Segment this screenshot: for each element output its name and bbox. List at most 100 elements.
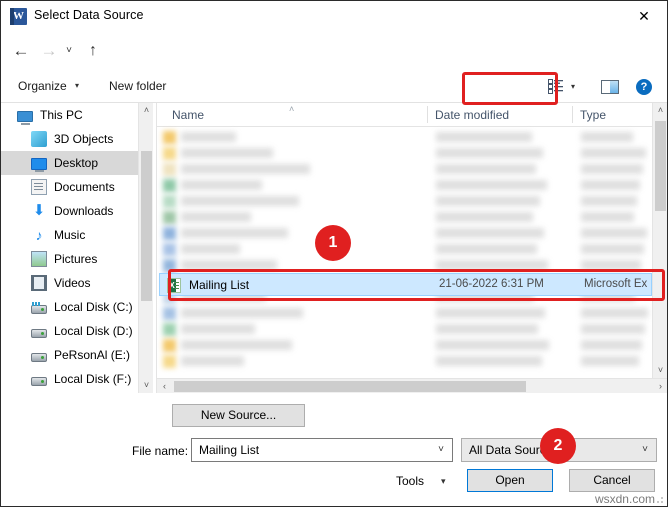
redacted-file-icon bbox=[163, 211, 176, 224]
navigation-bar: ← → ˅ ↑ › This PC › Desktop › ˅ ↻ ⚲ Sear… bbox=[1, 33, 667, 96]
redacted-file-icon bbox=[163, 323, 176, 336]
tools-button[interactable]: Tools bbox=[396, 474, 424, 488]
view-mode-chevron-down-icon[interactable]: ▾ bbox=[571, 82, 575, 91]
back-button[interactable]: ← bbox=[9, 39, 33, 63]
up-button[interactable]: ↑ bbox=[81, 39, 105, 63]
sidebar-item-videos[interactable]: Videos bbox=[1, 271, 153, 295]
sidebar-item-label: Local Disk (C:) bbox=[54, 300, 133, 314]
cancel-button[interactable]: Cancel bbox=[569, 469, 655, 492]
computer-icon bbox=[17, 110, 33, 125]
close-icon[interactable]: ✕ bbox=[621, 1, 667, 32]
redacted-file-name bbox=[181, 244, 240, 254]
resize-grip[interactable] bbox=[654, 494, 664, 504]
redacted-file-type bbox=[581, 356, 639, 366]
redacted-file-date bbox=[436, 132, 532, 142]
redacted-file-icon bbox=[163, 131, 176, 144]
navigation-pane-scrollbar[interactable]: ˄ ˅ bbox=[138, 103, 153, 393]
scroll-down-icon[interactable]: ˅ bbox=[653, 363, 667, 378]
redacted-file-date bbox=[436, 244, 537, 254]
select-data-source-dialog: W Select Data Source ✕ ← → ˅ ↑ › This PC… bbox=[0, 0, 668, 507]
navigation-pane: This PC 3D Objects Desktop Documents ⬇ Downlo… bbox=[1, 103, 153, 393]
file-name-cell: Mailing List bbox=[189, 278, 250, 292]
organize-button[interactable]: Organize bbox=[18, 79, 67, 93]
redacted-file-name bbox=[181, 148, 273, 158]
sidebar-item-label: PeRsonAl (E:) bbox=[54, 348, 131, 362]
redacted-file-name bbox=[181, 356, 244, 366]
sidebar-item-desktop[interactable]: Desktop bbox=[1, 151, 153, 175]
new-folder-button[interactable]: New folder bbox=[109, 79, 166, 93]
step-badge-2: 2 bbox=[540, 428, 576, 464]
redacted-file-name bbox=[181, 324, 255, 334]
redacted-file-date bbox=[436, 164, 536, 174]
preview-pane-icon[interactable] bbox=[601, 80, 619, 94]
redacted-file-icon bbox=[163, 307, 176, 320]
file-list-vertical-scrollbar[interactable]: ˄ ˅ bbox=[652, 103, 667, 378]
word-app-icon: W bbox=[10, 8, 27, 25]
chevron-down-icon[interactable]: ˅ bbox=[438, 444, 444, 455]
recent-locations-chevron-down-icon[interactable]: ˅ bbox=[61, 39, 77, 63]
sidebar-item-label: Videos bbox=[54, 276, 91, 290]
scrollbar-thumb[interactable] bbox=[141, 151, 152, 301]
redacted-file-icon bbox=[163, 147, 176, 160]
column-header-date-modified[interactable]: Date modified bbox=[435, 108, 509, 122]
sidebar-item-label: This PC bbox=[40, 108, 83, 122]
hard-drive-icon bbox=[31, 301, 47, 314]
excel-file-icon bbox=[167, 278, 181, 293]
sidebar-item-label: 3D Objects bbox=[54, 132, 114, 146]
table-row[interactable]: Mailing List 21-06-2022 6:31 PM Microsof… bbox=[159, 273, 652, 296]
sidebar-item-local-disk-c[interactable]: Local Disk (C:) bbox=[1, 295, 153, 319]
scroll-down-icon[interactable]: ˅ bbox=[139, 378, 154, 393]
chevron-down-icon[interactable]: ▾ bbox=[441, 476, 446, 487]
sidebar-item-label: Pictures bbox=[54, 252, 98, 266]
redacted-file-type bbox=[581, 308, 648, 318]
column-divider[interactable] bbox=[572, 106, 573, 123]
sidebar-item-local-disk-f[interactable]: Local Disk (F:) bbox=[1, 367, 153, 391]
column-divider[interactable] bbox=[427, 106, 428, 123]
view-mode-icon[interactable] bbox=[548, 79, 564, 94]
redacted-file-icon bbox=[163, 163, 176, 176]
redacted-file-date bbox=[436, 308, 545, 318]
sidebar-item-downloads[interactable]: ⬇ Downloads bbox=[1, 199, 153, 223]
sidebar-item-music[interactable]: ♪ Music bbox=[1, 223, 153, 247]
redacted-file-name bbox=[181, 212, 251, 222]
help-icon[interactable]: ? bbox=[636, 79, 652, 95]
file-name-input[interactable]: Mailing List ˅ bbox=[191, 438, 453, 462]
forward-button[interactable]: → bbox=[37, 39, 61, 63]
scroll-up-icon[interactable]: ˄ bbox=[653, 103, 667, 118]
scroll-left-icon[interactable]: ‹ bbox=[157, 379, 172, 393]
file-name-value: Mailing List bbox=[199, 443, 260, 457]
sidebar-item-this-pc[interactable]: This PC bbox=[1, 103, 153, 127]
redacted-file-name bbox=[181, 132, 236, 142]
sidebar-item-3d-objects[interactable]: 3D Objects bbox=[1, 127, 153, 151]
redacted-file-type bbox=[581, 212, 634, 222]
sidebar-item-personal-e[interactable]: PeRsonAl (E:) bbox=[1, 343, 153, 367]
column-header-name[interactable]: Name bbox=[172, 108, 204, 122]
step-badge-1: 1 bbox=[315, 225, 351, 261]
sidebar-item-documents[interactable]: Documents bbox=[1, 175, 153, 199]
open-button[interactable]: Open bbox=[467, 469, 553, 492]
scrollbar-thumb[interactable] bbox=[655, 121, 666, 211]
scrollbar-thumb[interactable] bbox=[174, 381, 526, 392]
redacted-file-type bbox=[581, 180, 640, 190]
sidebar-item-pictures[interactable]: Pictures bbox=[1, 247, 153, 271]
sidebar-item-local-disk-d[interactable]: Local Disk (D:) bbox=[1, 319, 153, 343]
chevron-down-icon[interactable]: ˅ bbox=[642, 444, 648, 455]
file-date-cell: 21-06-2022 6:31 PM bbox=[439, 278, 544, 290]
sidebar-item-label: Downloads bbox=[54, 204, 114, 218]
music-note-icon: ♪ bbox=[35, 227, 43, 243]
chevron-down-icon[interactable]: ▾ bbox=[75, 81, 79, 90]
new-source-button[interactable]: New Source... bbox=[172, 404, 305, 427]
scroll-up-icon[interactable]: ˄ bbox=[139, 103, 154, 118]
file-list: Name Date modified Type ˄ Mailing List 2… bbox=[156, 103, 667, 393]
scroll-right-icon[interactable]: › bbox=[653, 379, 667, 393]
document-icon bbox=[31, 179, 47, 195]
column-header-type[interactable]: Type bbox=[580, 108, 606, 122]
file-list-horizontal-scrollbar[interactable]: ‹ › bbox=[157, 378, 667, 393]
redacted-file-icon bbox=[163, 355, 176, 368]
redacted-file-name bbox=[181, 196, 299, 206]
redacted-file-type bbox=[581, 340, 642, 350]
redacted-file-icon bbox=[163, 195, 176, 208]
redacted-file-name bbox=[181, 260, 277, 270]
redacted-file-date bbox=[436, 324, 538, 334]
sidebar-item-label: Local Disk (D:) bbox=[54, 324, 133, 338]
